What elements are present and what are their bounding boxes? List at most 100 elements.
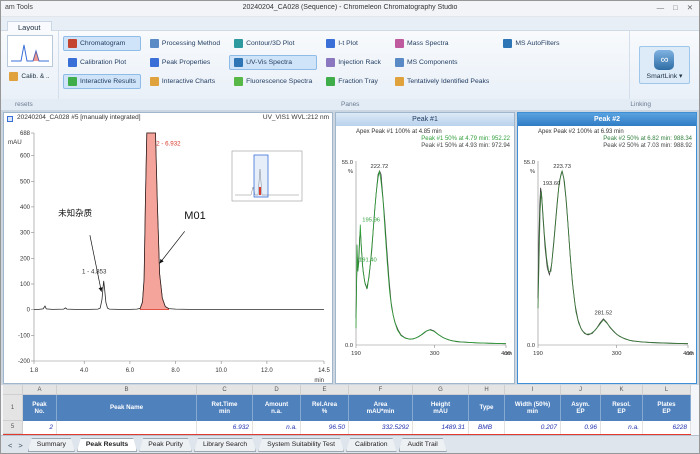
calibration-preset-button[interactable]: Calib. & .. xyxy=(6,70,52,83)
ribbon-item-ms-components[interactable]: MS Components xyxy=(390,55,494,70)
ribbon-item-label: Mass Spectra xyxy=(407,40,449,47)
ribbon-item-ms-autofilters[interactable]: MS AutoFilters xyxy=(498,36,564,51)
svg-text:688: 688 xyxy=(20,131,31,137)
ribbon-item-fraction-tray[interactable]: Fraction Tray xyxy=(321,74,386,89)
maximize-button[interactable]: □ xyxy=(673,3,678,12)
ribbon-item-label: Tentatively Identified Peaks xyxy=(407,78,489,85)
ribbon-item-uv-vis-spectra[interactable]: UV-Vis Spectra xyxy=(229,55,317,70)
table-cell-D[interactable]: n.a. xyxy=(253,421,301,434)
table-cell-E[interactable]: 96.50 xyxy=(301,421,349,434)
ribbon-item-processing-method[interactable]: Processing Method xyxy=(145,36,225,51)
header-line2: mAU xyxy=(413,408,468,416)
table-cell-G[interactable]: 1489.31 xyxy=(413,421,469,434)
peak2-spectrum-panel[interactable]: Peak #2 Apex Peak #2 100% at 6.93 min Pe… xyxy=(517,112,697,384)
row-number: 5 xyxy=(3,421,23,434)
peak2-apex-label: Apex Peak #2 100% at 6.93 min xyxy=(538,129,624,135)
ribbon-item-chromatogram[interactable]: Chromatogram xyxy=(63,36,141,51)
ms-components-icon xyxy=(395,58,404,67)
interactive-charts-icon xyxy=(150,77,159,86)
ribbon-item-label: I-t Plot xyxy=(338,40,358,47)
peak2-spectrum-plot[interactable]: 55.0%0.0190300400nm223.73193.60281.52 xyxy=(518,149,696,387)
svg-text:M01: M01 xyxy=(184,210,205,222)
table-cell-I[interactable]: 0.207 xyxy=(505,421,561,434)
table-cell-H[interactable]: BMB xyxy=(469,421,505,434)
svg-text:281.52: 281.52 xyxy=(595,311,613,317)
svg-text:未知杂质: 未知杂质 xyxy=(58,208,93,218)
column-letter-B: B xyxy=(57,385,197,395)
svg-text:-100: -100 xyxy=(18,333,31,339)
smartlink-dropdown-icon[interactable]: ▾ xyxy=(679,73,682,80)
close-button[interactable]: ✕ xyxy=(687,3,693,12)
peak2-panel-header[interactable]: Peak #2 xyxy=(518,113,696,126)
chromatogram-plot[interactable]: mAU6886005004003002001000-100-2001.84.06… xyxy=(4,125,332,385)
zoom-overview-inset[interactable] xyxy=(232,151,302,201)
ribbon-item-tentatively-identified-peaks[interactable]: Tentatively Identified Peaks xyxy=(390,74,494,89)
peak1-spectrum-panel[interactable]: Peak #1 Apex Peak #1 100% at 4.85 min Pe… xyxy=(335,112,515,384)
ribbon-item-label: UV-Vis Spectra xyxy=(246,59,292,66)
minimize-button[interactable]: — xyxy=(657,3,665,12)
header-line2: EP xyxy=(601,408,642,416)
bottom-tab-system-suitability-test[interactable]: System Suitability Test xyxy=(258,438,344,452)
bottom-tab-summary[interactable]: Summary xyxy=(28,438,75,452)
svg-text:10.0: 10.0 xyxy=(215,368,227,374)
svg-text:191.40: 191.40 xyxy=(359,258,377,264)
svg-text:-200: -200 xyxy=(18,359,31,365)
ribbon-item-label: MS Components xyxy=(407,59,458,66)
ribbon-item-mass-spectra[interactable]: Mass Spectra xyxy=(390,36,494,51)
chromatogram-panel[interactable]: 20240204_CA028 #5 [manually integrated] … xyxy=(3,112,333,384)
header-line2: min xyxy=(505,408,560,416)
header-line1: Height xyxy=(413,401,468,409)
chromatogram-icon xyxy=(68,39,77,48)
column-letter-F: F xyxy=(349,385,413,395)
context-tab-label[interactable]: am Tools xyxy=(5,4,33,11)
ribbon-item-label: Injection Rack xyxy=(338,59,381,66)
table-cell-C[interactable]: 6.932 xyxy=(197,421,253,434)
bottom-tab-library-search[interactable]: Library Search xyxy=(194,438,256,452)
row-number: 1 xyxy=(3,395,23,421)
svg-text:222.72: 222.72 xyxy=(371,164,389,170)
svg-text:14.5: 14.5 xyxy=(318,368,330,374)
table-cell-K[interactable]: n.a. xyxy=(601,421,643,434)
peak1-spectrum-plot[interactable]: 55.0%0.0190300400nm222.72195.96191.40 xyxy=(336,149,514,387)
svg-text:4.0: 4.0 xyxy=(80,368,89,374)
tab-scroll-left[interactable]: < xyxy=(5,441,15,450)
fraction-tray-icon xyxy=(326,77,335,86)
table-cell-A[interactable]: 2 xyxy=(23,421,57,434)
header-line2: mAU*min xyxy=(349,408,412,416)
column-header-asym: Asym.EP xyxy=(561,395,601,421)
bottom-tab-peak-purity[interactable]: Peak Purity xyxy=(139,438,192,452)
ribbon-item-injection-rack[interactable]: Injection Rack xyxy=(321,55,386,70)
window-controls: — □ ✕ xyxy=(657,3,693,12)
table-cell-B[interactable] xyxy=(57,421,197,434)
ribbon-item-calibration-plot[interactable]: Calibration Plot xyxy=(63,55,141,70)
ribbon-item-label: Processing Method xyxy=(162,40,220,47)
ribbon-item-peak-properties[interactable]: Peak Properties xyxy=(145,55,225,70)
table-cell-J[interactable]: 0.96 xyxy=(561,421,601,434)
column-header-resol: Resol.EP xyxy=(601,395,643,421)
window-title: 20240204_CA028 (Sequence) - Chromeleon C… xyxy=(101,4,599,11)
table-data-row: 526.932n.a.96.50332.52921489.31BMB0.2070… xyxy=(3,421,691,435)
column-letter-C: C xyxy=(197,385,253,395)
ribbon-item-label: Fraction Tray xyxy=(338,78,378,85)
bottom-tab-audit-trail[interactable]: Audit Trail xyxy=(399,438,447,452)
ribbon-item-interactive-results[interactable]: Interactive Results xyxy=(63,74,141,89)
peak1-apex-label: Apex Peak #1 100% at 4.85 min xyxy=(356,129,442,135)
smartlink-button[interactable]: ∞ SmartLink ▾ xyxy=(639,46,691,84)
mass-spectra-icon xyxy=(395,39,404,48)
bottom-tab-peak-results[interactable]: Peak Results xyxy=(77,438,137,452)
table-cell-L[interactable]: 6228 xyxy=(643,421,691,434)
bottom-tab-calibration[interactable]: Calibration xyxy=(346,438,397,452)
column-header-plates: PlatesEP xyxy=(643,395,691,421)
peak-properties-icon xyxy=(150,58,159,67)
chromatogram-preset-button[interactable] xyxy=(7,35,53,67)
tab-scroll-right[interactable]: > xyxy=(15,441,25,450)
column-letter-E: E xyxy=(301,385,349,395)
ribbon-item-interactive-charts[interactable]: Interactive Charts xyxy=(145,74,225,89)
chromatogram-title: 20240204_CA028 #5 [manually integrated] xyxy=(17,114,141,121)
peak1-panel-header[interactable]: Peak #1 xyxy=(336,113,514,126)
ribbon-item-contour-3d-plot[interactable]: Contour/3D Plot xyxy=(229,36,317,51)
column-header-peak: PeakNo. xyxy=(23,395,57,421)
ribbon-item-fluorescence-spectra[interactable]: Fluorescence Spectra xyxy=(229,74,317,89)
table-cell-F[interactable]: 332.5292 xyxy=(349,421,413,434)
ribbon-item-i-t-plot[interactable]: I-t Plot xyxy=(321,36,386,51)
